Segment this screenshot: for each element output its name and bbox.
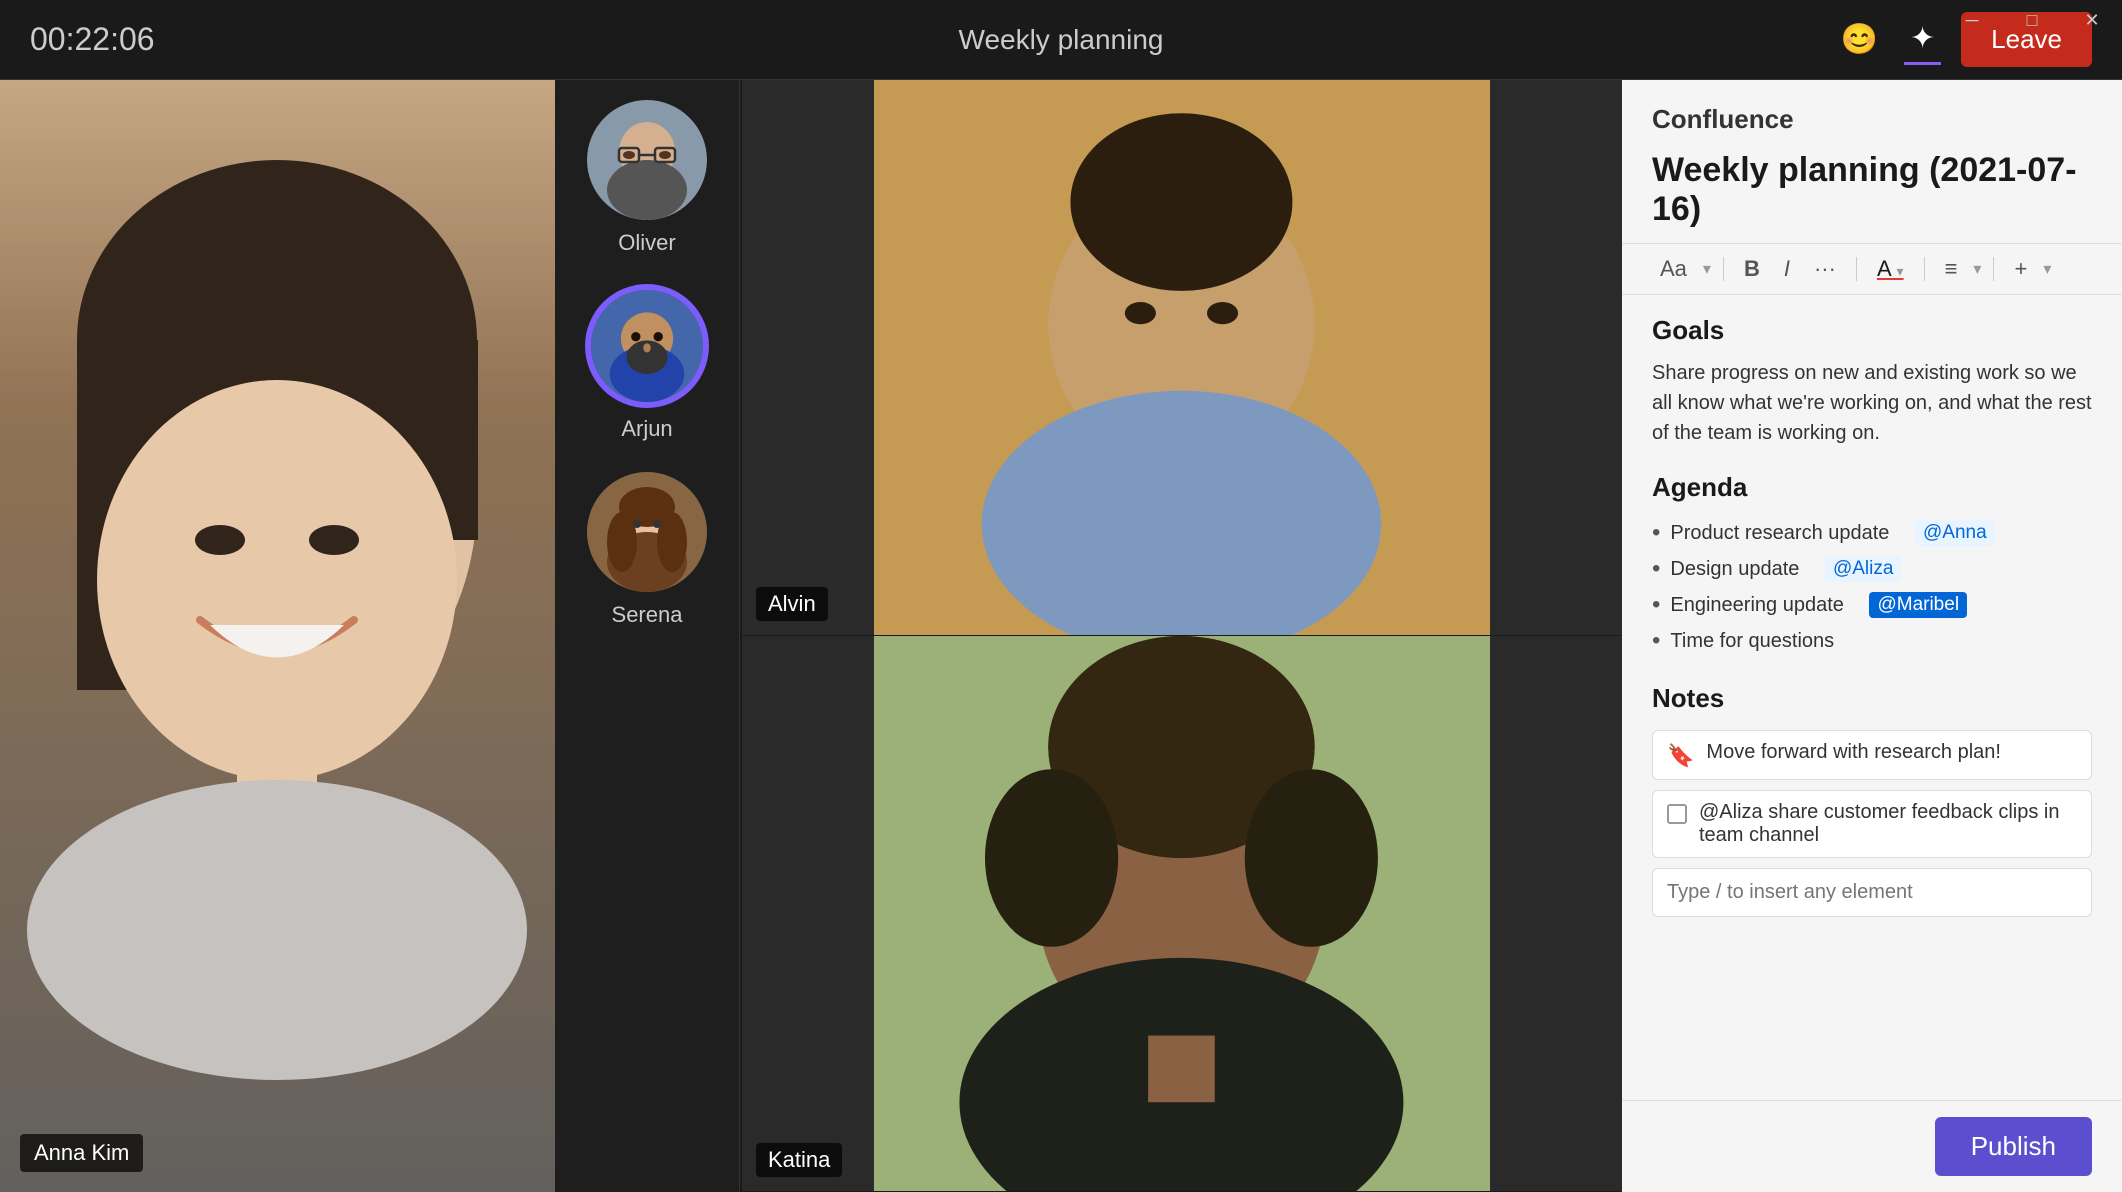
goals-text: Share progress on new and existing work … — [1652, 358, 2092, 448]
oliver-name: Oliver — [618, 230, 675, 256]
avatar-item-oliver[interactable]: Oliver — [587, 100, 707, 256]
bold-button[interactable]: B — [1736, 252, 1768, 286]
confluence-panel: Confluence Weekly planning (2021-07-16) … — [1622, 80, 2122, 1192]
agenda-text-1: Design update — [1670, 558, 1799, 581]
video-katina: Katina — [740, 636, 1622, 1192]
toolbar-divider-1 — [1723, 257, 1724, 281]
confluence-doc-title: Weekly planning (2021-07-16) — [1622, 145, 2122, 243]
avatar-arjun — [587, 286, 707, 406]
agenda-heading: Agenda — [1652, 472, 2092, 503]
arjun-name: Arjun — [621, 416, 672, 442]
video-alvin: Alvin — [740, 80, 1622, 636]
agenda-item-2: Engineering update @Maribel — [1652, 587, 2092, 623]
minimize-button[interactable]: ─ — [1942, 0, 2002, 40]
title-bar: 00:22:06 Weekly planning 😊 ✦ Leave ─ □ ✕ — [0, 0, 2122, 80]
maximize-button[interactable]: □ — [2002, 0, 2062, 40]
video-right-panel: Alvin Katina — [740, 80, 1622, 1192]
emoji-icon[interactable]: 😊 — [1835, 16, 1884, 63]
avatar-serena — [587, 472, 707, 592]
task-checkbox[interactable] — [1667, 804, 1687, 824]
list-button[interactable]: ≡ — [1937, 252, 1966, 286]
agenda-item-1: Design update @Aliza — [1652, 551, 2092, 587]
close-button[interactable]: ✕ — [2062, 0, 2122, 40]
toolbar-divider-3 — [1924, 257, 1925, 281]
notes-text-1: @Aliza share customer feedback clips in … — [1699, 801, 2077, 847]
participant-sidebar: Oliver Arjun — [555, 80, 740, 1192]
add-button[interactable]: + — [2006, 252, 2035, 286]
alvin-label: Alvin — [756, 587, 828, 621]
agenda-item-3: Time for questions — [1652, 623, 2092, 659]
content-input[interactable] — [1652, 868, 2092, 917]
confluence-nav-icon[interactable]: ✦ — [1904, 15, 1941, 65]
confluence-content: Goals Share progress on new and existing… — [1622, 295, 2122, 1100]
timer: 00:22:06 — [30, 21, 155, 58]
color-button[interactable]: A ▾ — [1869, 252, 1912, 286]
avatar-oliver — [587, 100, 707, 220]
anna-label: Anna Kim — [20, 1134, 143, 1172]
avatar-item-serena[interactable]: Serena — [587, 472, 707, 628]
agenda-text-2: Engineering update — [1670, 594, 1843, 617]
more-button[interactable]: ··· — [1806, 252, 1844, 286]
bookmark-icon: 🔖 — [1667, 743, 1694, 769]
confluence-app-name: Confluence — [1622, 80, 2122, 145]
notes-text-0: Move forward with research plan! — [1706, 741, 2001, 764]
video-anna: Anna Kim — [0, 80, 555, 1192]
agenda-mention-1[interactable]: @Aliza — [1825, 556, 1901, 582]
notes-heading: Notes — [1652, 683, 2092, 714]
agenda-list: Product research update @Anna Design upd… — [1652, 515, 2092, 659]
serena-name: Serena — [612, 602, 683, 628]
main-area: Anna Kim Oliver — [0, 80, 2122, 1192]
confluence-toolbar: Aa ▾ B I ··· A ▾ ≡ ▾ + ▾ — [1622, 243, 2122, 295]
agenda-mention-2[interactable]: @Maribel — [1869, 592, 1967, 618]
publish-button[interactable]: Publish — [1935, 1117, 2092, 1176]
agenda-mention-0[interactable]: @Anna — [1915, 520, 1995, 546]
italic-button[interactable]: I — [1776, 252, 1798, 286]
font-size-button[interactable]: Aa — [1652, 252, 1695, 286]
agenda-item-0: Product research update @Anna — [1652, 515, 2092, 551]
agenda-text-0: Product research update — [1670, 522, 1889, 545]
window-controls: ─ □ ✕ — [1942, 0, 2122, 40]
notes-item-0: 🔖 Move forward with research plan! — [1652, 730, 2092, 780]
avatar-item-arjun[interactable]: Arjun — [587, 286, 707, 442]
confluence-footer: Publish — [1622, 1100, 2122, 1192]
notes-item-1: @Aliza share customer feedback clips in … — [1652, 790, 2092, 858]
window-title: Weekly planning — [959, 24, 1164, 56]
agenda-text-3: Time for questions — [1670, 630, 1834, 653]
goals-heading: Goals — [1652, 315, 2092, 346]
katina-label: Katina — [756, 1143, 842, 1177]
toolbar-divider-4 — [1993, 257, 1994, 281]
toolbar-divider-2 — [1856, 257, 1857, 281]
